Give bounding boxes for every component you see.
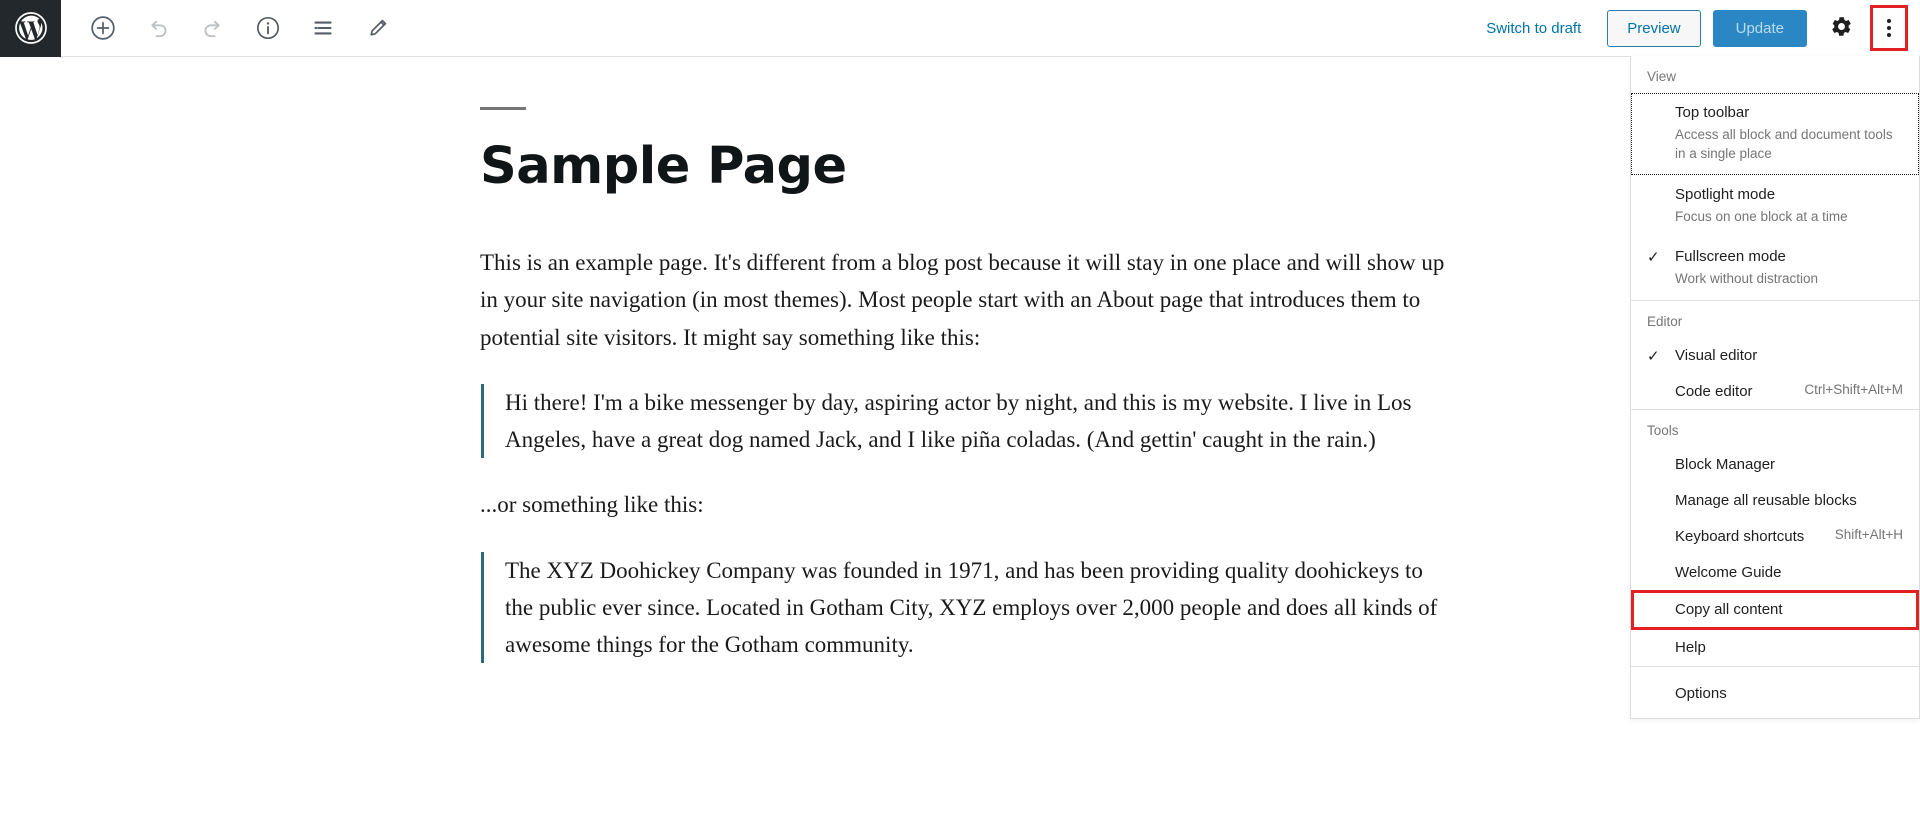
menu-item-body: Fullscreen mode Work without distraction xyxy=(1675,246,1903,288)
checkmark-placeholder xyxy=(1647,184,1675,185)
menu-item-body: Copy all content xyxy=(1675,599,1903,621)
menu-group: Tools Block Manager Manage all reusable bl… xyxy=(1631,410,1919,667)
quote-text: The XYZ Doohickey Company was founded in… xyxy=(505,557,1438,658)
plus-circle-icon xyxy=(90,15,116,41)
quote-text: Hi there! I'm a bike messenger by day, a… xyxy=(505,389,1412,453)
wordpress-logo-icon xyxy=(14,11,48,45)
menu-item-body: Block Manager xyxy=(1675,454,1903,476)
edit-button[interactable] xyxy=(356,6,400,50)
menu-item-body: Welcome Guide xyxy=(1675,562,1903,584)
quote-block-2[interactable]: The XYZ Doohickey Company was founded in… xyxy=(481,551,1450,664)
menu-item-help[interactable]: Help xyxy=(1631,630,1919,666)
menu-item-body: Spotlight mode Focus on one block at a ti… xyxy=(1675,184,1903,226)
more-options-button[interactable] xyxy=(1870,5,1908,51)
menu-item-body: Help xyxy=(1675,637,1903,659)
paragraph-block-1[interactable]: This is an example page. It's different … xyxy=(480,244,1450,356)
add-block-button[interactable] xyxy=(81,6,125,50)
list-view-button[interactable] xyxy=(301,6,345,50)
menu-item-manage-all-reusable-blocks[interactable]: Manage all reusable blocks xyxy=(1631,483,1919,519)
menu-item-label: Manage all reusable blocks xyxy=(1675,492,1857,509)
checkmark-placeholder xyxy=(1647,381,1675,382)
menu-item-label: Help xyxy=(1675,639,1706,656)
menu-item-label: Visual editor xyxy=(1675,346,1758,364)
menu-item-options[interactable]: Options xyxy=(1631,676,1919,712)
checkmark-placeholder xyxy=(1647,490,1675,491)
wordpress-logo-button[interactable] xyxy=(0,0,61,57)
menu-item-body: Top toolbar Access all block and document… xyxy=(1675,102,1903,164)
menu-group-label: Editor xyxy=(1647,313,1683,329)
info-circle-icon xyxy=(255,15,281,41)
preview-button[interactable]: Preview xyxy=(1607,9,1701,47)
menu-item-label: Block Manager xyxy=(1675,456,1776,474)
redo-button[interactable] xyxy=(191,6,235,50)
menu-item-body: Keyboard shortcuts xyxy=(1675,526,1821,548)
update-button[interactable]: Update xyxy=(1712,9,1807,47)
page-title[interactable]: Sample Page xyxy=(480,138,1450,195)
menu-item-body: Code editor xyxy=(1675,381,1790,403)
checkmark-placeholder xyxy=(1647,562,1675,563)
post-content: Sample Page This is an example page. It'… xyxy=(470,57,1450,664)
menu-item-label: Top toolbar xyxy=(1675,104,1750,121)
editor-actions-group: Switch to draft Preview Update xyxy=(1474,0,1920,57)
checkmark-icon: ✓ xyxy=(1647,249,1660,267)
menu-item-body: Options xyxy=(1675,683,1903,705)
checkmark-placeholder xyxy=(1647,102,1675,103)
title-separator-rule xyxy=(480,107,526,110)
menu-item-fullscreen-mode[interactable]: ✓ Fullscreen mode Work without distraction xyxy=(1631,237,1919,299)
menu-group-label: Tools xyxy=(1647,423,1679,439)
menu-group: Editor ✓ Visual editor Code editor Ctrl+Shif… xyxy=(1631,301,1919,411)
menu-item-body: Manage all reusable blocks xyxy=(1675,490,1903,512)
menu-item-top-toolbar[interactable]: Top toolbar Access all block and document… xyxy=(1631,93,1919,175)
menu-item-description: Work without distraction xyxy=(1675,270,1819,286)
menu-item-block-manager[interactable]: Block Manager xyxy=(1631,447,1919,483)
checkmark-placeholder xyxy=(1647,599,1675,600)
menu-item-label: Copy all content xyxy=(1675,601,1783,619)
menu-item-shortcut: Ctrl+Shift+Alt+M xyxy=(1804,381,1903,397)
list-view-icon xyxy=(310,15,336,41)
menu-group: View Top toolbar Access all block and docu… xyxy=(1631,56,1919,301)
menu-item-copy-all-content[interactable]: Copy all content xyxy=(1631,590,1919,630)
menu-item-keyboard-shortcuts[interactable]: Keyboard shortcuts Shift+Alt+H xyxy=(1631,519,1919,555)
kebab-vertical-icon xyxy=(1887,19,1891,37)
pencil-icon xyxy=(366,16,390,40)
editor-top-bar: Switch to draft Preview Update xyxy=(0,0,1920,57)
menu-item-label: Options xyxy=(1675,684,1727,702)
gear-icon xyxy=(1830,15,1853,41)
menu-item-visual-editor[interactable]: ✓ Visual editor xyxy=(1631,338,1919,374)
editor-tools-group xyxy=(61,0,400,57)
menu-item-welcome-guide[interactable]: Welcome Guide xyxy=(1631,555,1919,591)
more-options-menu: View Top toolbar Access all block and docu… xyxy=(1630,56,1920,719)
redo-arrow-icon xyxy=(200,15,226,41)
switch-to-draft-button[interactable]: Switch to draft xyxy=(1474,13,1593,44)
menu-item-label: Code editor xyxy=(1675,382,1753,400)
menu-item-description: Focus on one block at a time xyxy=(1675,208,1848,224)
undo-arrow-icon xyxy=(145,15,171,41)
menu-item-label: Keyboard shortcuts xyxy=(1675,527,1805,545)
checkmark-placeholder xyxy=(1647,454,1675,455)
menu-item-shortcut: Shift+Alt+H xyxy=(1834,526,1903,542)
menu-item-spotlight-mode[interactable]: Spotlight mode Focus on one block at a ti… xyxy=(1631,175,1919,237)
menu-item-code-editor[interactable]: Code editor Ctrl+Shift+Alt+M xyxy=(1631,374,1919,410)
checkmark-placeholder xyxy=(1647,637,1675,638)
menu-item-description: Access all block and document tools in a… xyxy=(1675,126,1893,162)
details-button[interactable] xyxy=(246,6,290,50)
checkmark-placeholder xyxy=(1647,526,1675,527)
menu-item-label: Spotlight mode xyxy=(1675,185,1776,203)
menu-group-label: View xyxy=(1647,69,1677,84)
quote-block-1[interactable]: Hi there! I'm a bike messenger by day, a… xyxy=(481,383,1450,459)
menu-group: Options xyxy=(1631,667,1919,718)
undo-button[interactable] xyxy=(136,6,180,50)
checkmark-icon: ✓ xyxy=(1647,347,1660,365)
menu-item-body: Visual editor xyxy=(1675,345,1903,367)
menu-item-label: Welcome Guide xyxy=(1675,563,1782,581)
paragraph-block-2[interactable]: ...or something like this: xyxy=(480,486,1450,523)
checkmark-placeholder xyxy=(1647,683,1675,684)
settings-button[interactable] xyxy=(1821,8,1861,48)
menu-item-label: Fullscreen mode xyxy=(1675,248,1786,266)
